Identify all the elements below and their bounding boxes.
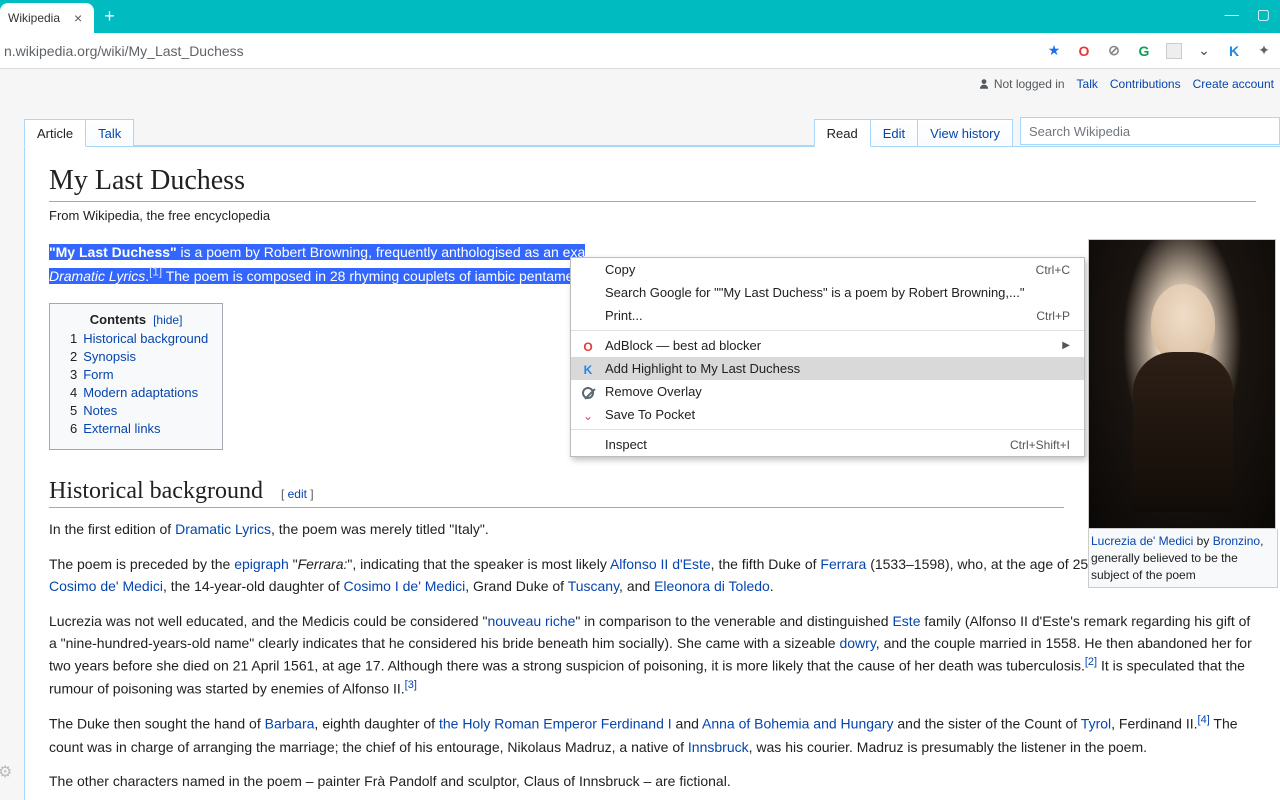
tab-article[interactable]: Article xyxy=(24,119,86,147)
ctx-remove-overlay[interactable]: Remove Overlay xyxy=(571,380,1084,403)
ctx-search-google[interactable]: Search Google for ""My Last Duchess" is … xyxy=(571,281,1084,304)
body-paragraph: The poem is preceded by the epigraph "Fe… xyxy=(49,553,1256,598)
pocket-icon: ⌄ xyxy=(580,408,596,424)
personal-contributions-link[interactable]: Contributions xyxy=(1110,77,1181,91)
wikilink[interactable]: the Holy Roman Emperor Ferdinand I xyxy=(439,716,672,732)
section-heading-historical-background: Historical background [ edit ] xyxy=(49,478,1064,508)
body-paragraph: The Duke then sought the hand of Barbara… xyxy=(49,712,1256,757)
wikilink[interactable]: Bronzino xyxy=(1213,534,1260,548)
toc-item[interactable]: 5Notes xyxy=(70,403,208,418)
window-minimize-icon[interactable]: — xyxy=(1225,6,1239,23)
toc-item[interactable]: 3Form xyxy=(70,367,208,382)
wikilink[interactable]: Alfonso II d'Este xyxy=(610,556,711,572)
wikilink[interactable]: Tuscany xyxy=(568,578,619,594)
wikilink[interactable]: epigraph xyxy=(234,556,289,572)
highlight-ext-icon[interactable]: K xyxy=(1226,43,1242,59)
site-sub: From Wikipedia, the free encyclopedia xyxy=(49,208,1256,223)
ctx-separator xyxy=(571,429,1084,430)
highlight-icon: K xyxy=(580,362,596,378)
reference[interactable]: [3] xyxy=(405,679,417,691)
wikilink[interactable]: nouveau riche xyxy=(487,613,575,629)
toc-hide-link[interactable]: hide xyxy=(156,313,179,327)
ctx-inspect[interactable]: InspectCtrl+Shift+I xyxy=(571,433,1084,456)
ctx-save-to-pocket[interactable]: ⌄ Save To Pocket xyxy=(571,403,1084,426)
settings-gear-icon[interactable]: ⚙ xyxy=(0,762,12,782)
context-menu: CopyCtrl+C Search Google for ""My Last D… xyxy=(570,257,1085,457)
selected-text: "My Last Duchess" is a poem by Robert Br… xyxy=(49,244,585,260)
browser-tab-active[interactable]: Wikipedia × xyxy=(0,3,94,33)
personal-create-account-link[interactable]: Create account xyxy=(1193,77,1274,91)
body-paragraph: In the first edition of Dramatic Lyrics,… xyxy=(49,518,1256,540)
wikilink[interactable]: dowry xyxy=(839,635,875,651)
personal-toolbar: Not logged in Talk Contributions Create … xyxy=(978,77,1274,91)
tab-talk[interactable]: Talk xyxy=(85,119,134,146)
extensions-icon[interactable]: ✦ xyxy=(1256,43,1272,59)
ctx-print[interactable]: Print...Ctrl+P xyxy=(571,304,1084,327)
generic-ext-icon[interactable] xyxy=(1166,43,1182,59)
wikilink[interactable]: Lucrezia de' Medici xyxy=(1091,534,1193,548)
personal-talk-link[interactable]: Talk xyxy=(1077,77,1098,91)
tab-edit[interactable]: Edit xyxy=(870,119,918,146)
browser-tab-strip: Wikipedia × + — ▢ xyxy=(0,0,1280,33)
body-paragraph: The other characters named in the poem –… xyxy=(49,770,1256,792)
overlay-icon xyxy=(580,385,596,401)
wikilink[interactable]: Innsbruck xyxy=(688,739,749,755)
blocker-ext-icon[interactable]: ⊘ xyxy=(1106,43,1122,59)
window-maximize-icon[interactable]: ▢ xyxy=(1257,6,1270,23)
infobox: Lucrezia de' Medici by Bronzino, general… xyxy=(1088,239,1278,588)
url-field[interactable]: n.wikipedia.org/wiki/My_Last_Duchess xyxy=(0,43,1036,59)
new-tab-button[interactable]: + xyxy=(104,6,115,27)
ctx-separator xyxy=(571,330,1084,331)
toc-item[interactable]: 2Synopsis xyxy=(70,349,208,364)
ctx-add-highlight[interactable]: K Add Highlight to My Last Duchess xyxy=(571,357,1084,380)
tab-read[interactable]: Read xyxy=(814,119,871,147)
tab-title: Wikipedia xyxy=(8,11,60,25)
body-paragraph: Lucrezia was not well educated, and the … xyxy=(49,610,1256,701)
not-logged-in-label: Not logged in xyxy=(978,77,1065,91)
infobox-image[interactable] xyxy=(1088,239,1276,529)
tab-view-history[interactable]: View history xyxy=(917,119,1013,146)
toc-item[interactable]: 4Modern adaptations xyxy=(70,385,208,400)
infobox-caption: Lucrezia de' Medici by Bronzino, general… xyxy=(1088,529,1278,588)
wikilink[interactable]: Cosimo I de' Medici xyxy=(344,578,466,594)
wikilink[interactable]: Eleonora di Toledo xyxy=(654,578,770,594)
close-tab-icon[interactable]: × xyxy=(74,10,82,26)
ctx-copy[interactable]: CopyCtrl+C xyxy=(571,258,1084,281)
pocket-ext-icon[interactable]: ⌄ xyxy=(1196,43,1212,59)
section-edit-link[interactable]: edit xyxy=(288,487,307,501)
page-tabs: Article Talk Read Edit View history Sear… xyxy=(24,117,1280,147)
toc-title: Contents [hide] xyxy=(64,312,208,327)
page-title: My Last Duchess xyxy=(49,165,1256,202)
search-input[interactable]: Search Wikipedia xyxy=(1020,117,1280,145)
table-of-contents: Contents [hide] 1Historical background 2… xyxy=(49,303,223,450)
reference[interactable]: [4] xyxy=(1198,714,1210,726)
submenu-arrow-icon: ▶ xyxy=(1062,340,1070,351)
wikilink[interactable]: Anna of Bohemia and Hungary xyxy=(702,716,893,732)
toc-item[interactable]: 6External links xyxy=(70,421,208,436)
adblock-ext-icon[interactable]: O xyxy=(1076,43,1092,59)
wikilink[interactable]: Tyrol xyxy=(1081,716,1111,732)
article-content: My Last Duchess From Wikipedia, the free… xyxy=(24,147,1280,800)
ctx-adblock[interactable]: O AdBlock — best ad blocker▶ xyxy=(571,334,1084,357)
wikilink[interactable]: Dramatic Lyrics xyxy=(175,521,271,537)
grammarly-ext-icon[interactable]: G xyxy=(1136,43,1152,59)
adblock-icon: O xyxy=(580,339,596,355)
wikilink[interactable]: Ferrara xyxy=(820,556,866,572)
wikilink[interactable]: Este xyxy=(892,613,920,629)
wikilink[interactable]: Barbara xyxy=(265,716,315,732)
address-bar: n.wikipedia.org/wiki/My_Last_Duchess ★ O… xyxy=(0,33,1280,69)
reference[interactable]: [2] xyxy=(1085,656,1097,668)
bookmark-star-icon[interactable]: ★ xyxy=(1046,43,1062,59)
toc-item[interactable]: 1Historical background xyxy=(70,331,208,346)
